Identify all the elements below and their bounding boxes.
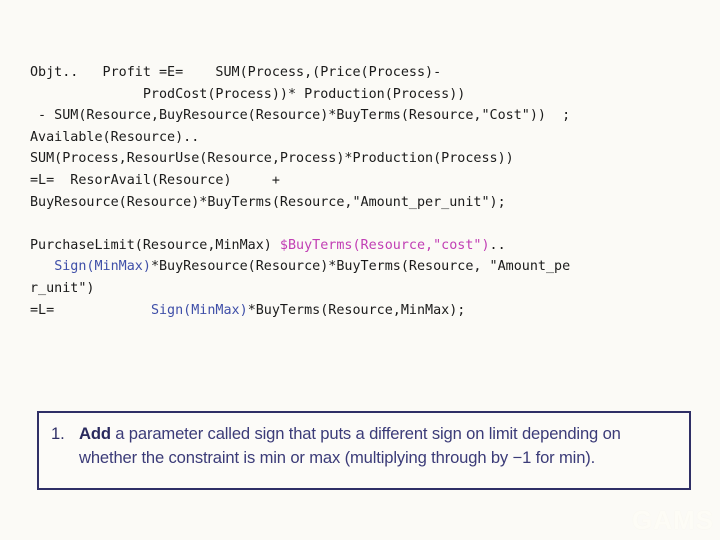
code-token-plain: r_unit") <box>30 280 95 296</box>
code-token-plain: - SUM(Resource,BuyResource(Resource)*Buy… <box>30 108 571 124</box>
list-item-marker: 1. <box>51 424 65 443</box>
watermark-text: GAMS <box>632 505 714 535</box>
slide-canvas: Objt.. Profit =E= SUM(Process,(Price(Pro… <box>0 0 720 540</box>
line-purchaselimit-2: Sign(MinMax)*BuyResource(Resource)*BuyTe… <box>30 256 700 278</box>
code-token-plain: =L= <box>30 302 151 318</box>
callout-emphasis: Add <box>79 424 111 443</box>
list-item-text: Add a parameter called sign that puts a … <box>79 424 621 467</box>
line-available-1: Available(Resource).. <box>30 127 700 149</box>
line-objective-2: ProdCost(Process))* Production(Process)) <box>30 84 700 106</box>
code-token-blue: Sign(MinMax) <box>54 259 151 275</box>
code-token-plain: SUM(Process,ResourUse(Resource,Process)*… <box>30 151 514 167</box>
line-objective-3: - SUM(Resource,BuyResource(Resource)*Buy… <box>30 105 700 127</box>
line-available-4: BuyResource(Resource)*BuyTerms(Resource,… <box>30 192 700 214</box>
code-token-plain: *BuyResource(Resource)*BuyTerms(Resource… <box>150 259 571 275</box>
line-available-3: =L= ResorAvail(Resource) + <box>30 170 700 192</box>
code-token-plain: =L= ResorAvail(Resource) + <box>30 172 280 188</box>
list-item: 1. Add a parameter called sign that puts… <box>51 422 675 469</box>
line-purchaselimit-1: PurchaseLimit(Resource,MinMax) $BuyTerms… <box>30 235 700 257</box>
code-token-plain: Objt.. Profit =E= SUM(Process,(Price(Pro… <box>30 65 442 80</box>
line-objective-1: Objt.. Profit =E= SUM(Process,(Price(Pro… <box>30 62 700 84</box>
callout-box: 1. Add a parameter called sign that puts… <box>37 411 691 490</box>
gams-code-block: Objt.. Profit =E= SUM(Process,(Price(Pro… <box>30 62 700 321</box>
code-token-blue: Sign(MinMax) <box>150 302 248 318</box>
line-purchaselimit-4: =L= Sign(MinMax)*BuyTerms(Resource,MinMa… <box>30 300 700 322</box>
code-token-plain: .. <box>489 237 506 253</box>
callout-body: a parameter called sign that puts a diff… <box>79 424 621 467</box>
line-available-2: SUM(Process,ResourUse(Resource,Process)*… <box>30 148 700 170</box>
callout-list: 1. Add a parameter called sign that puts… <box>39 413 689 469</box>
code-token-plain: *BuyTerms(Resource,MinMax); <box>247 302 466 318</box>
code-token-magenta: $BuyTerms(Resource,"cost") <box>279 237 490 253</box>
line-blank-1 <box>30 213 700 235</box>
code-token-plain: ProdCost(Process))* Production(Process)) <box>30 86 466 102</box>
code-token-plain: Available(Resource).. <box>30 129 200 145</box>
code-token-plain: PurchaseLimit(Resource,MinMax) <box>30 237 280 253</box>
code-token-plain: BuyResource(Resource)*BuyTerms(Resource,… <box>30 194 506 210</box>
line-purchaselimit-3: r_unit") <box>30 278 700 300</box>
